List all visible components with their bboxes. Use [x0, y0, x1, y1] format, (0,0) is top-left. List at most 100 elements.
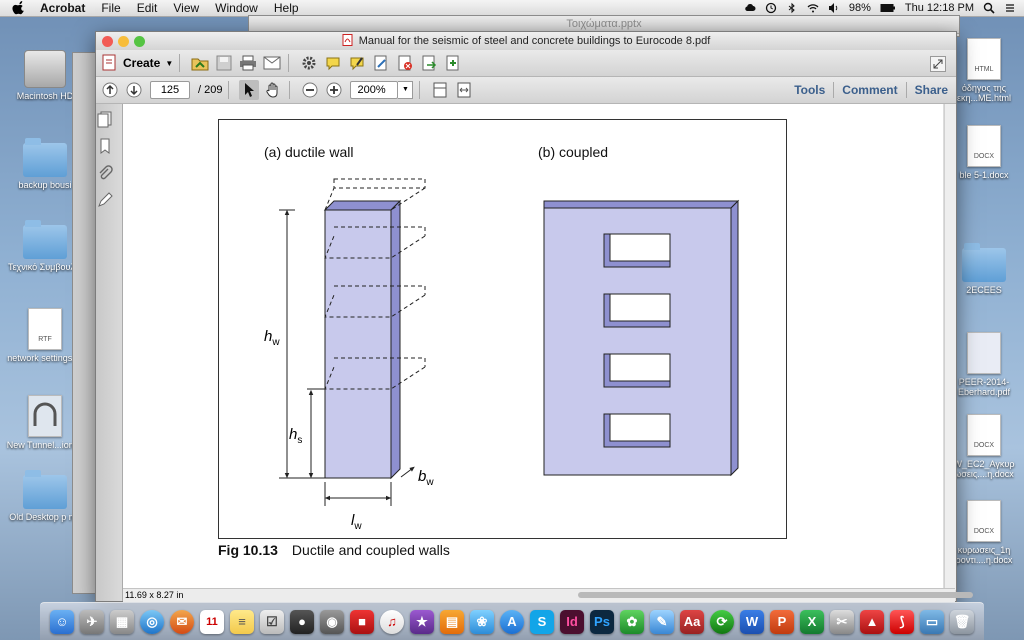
zoom-in-button[interactable] [324, 80, 344, 100]
hand-tool-button[interactable] [263, 80, 283, 100]
open-folder-icon [191, 58, 209, 71]
spotlight-search-icon[interactable] [983, 2, 995, 14]
printer-icon [240, 55, 257, 71]
wifi-icon[interactable] [807, 2, 819, 14]
label-hw-sub: w [272, 337, 280, 348]
dock-app-blue-icon[interactable]: ✎ [650, 609, 674, 634]
notification-center-icon[interactable] [1004, 2, 1016, 14]
dock-mail-icon[interactable]: ✉ [170, 609, 194, 634]
dock-notes-icon[interactable]: ≡ [230, 609, 254, 634]
menu-window[interactable]: Window [215, 1, 258, 15]
select-tool-button[interactable] [239, 80, 260, 100]
dock-calendar-icon[interactable]: 11 [200, 609, 224, 634]
dock-app-store-icon[interactable]: A [500, 609, 524, 634]
fit-page-button[interactable] [430, 80, 450, 100]
settings-button[interactable] [299, 53, 319, 73]
dock-itunes-icon[interactable]: ♫ [380, 609, 404, 634]
vertical-scrollbar[interactable] [944, 104, 956, 590]
dock-iphoto-icon[interactable]: ❀ [470, 609, 494, 634]
battery-percent: 98% [848, 2, 871, 14]
create-button[interactable]: Create ▼ [102, 54, 173, 72]
menu-view[interactable]: View [173, 1, 199, 15]
dock-photoshop-icon[interactable]: Ps [590, 609, 614, 634]
menu-file[interactable]: File [101, 1, 120, 15]
stamp-button[interactable] [443, 53, 463, 73]
dock-powerpoint-icon[interactable]: P [770, 609, 794, 634]
edit-text-button[interactable] [371, 53, 391, 73]
dock-trash-icon[interactable]: 🗑 [950, 609, 974, 634]
toolbar-navigation: 125 / 209 200% ▼ Tools Comment Share [96, 77, 956, 104]
toolbar-separator [419, 81, 421, 99]
caption-text: Ductile and coupled walls [291, 542, 450, 558]
dock-downloads-folder-icon[interactable]: ▭ [920, 609, 944, 634]
close-window-button[interactable] [102, 36, 113, 47]
app-menu[interactable]: Acrobat [40, 1, 85, 15]
comment-bubble-button[interactable] [323, 53, 343, 73]
dock-skype-icon[interactable]: S [530, 609, 554, 634]
status-menus: 98% Thu 12:18 PM [744, 2, 1016, 14]
attachments-paperclip-icon[interactable] [96, 164, 114, 182]
dock-image-capture-icon[interactable]: ◉ [320, 609, 344, 634]
share-link[interactable]: Share [907, 83, 956, 97]
dock-acrobat-icon[interactable]: ⟆ [890, 609, 914, 634]
pdf-page-view[interactable]: (a) ductile wall (b) coupled hw hs lw bw… [123, 104, 943, 590]
fullscreen-button[interactable] [928, 54, 948, 74]
menu-help[interactable]: Help [274, 1, 299, 15]
folder-icon [962, 243, 1006, 282]
zoom-window-button[interactable] [134, 36, 145, 47]
horizontal-scrollbar-thumb[interactable] [578, 592, 973, 598]
comment-link[interactable]: Comment [834, 83, 905, 97]
print-button[interactable] [238, 53, 258, 73]
zoom-dropdown-chevron-icon[interactable]: ▼ [398, 81, 414, 99]
email-button[interactable] [262, 53, 282, 73]
dock-excel-icon[interactable]: X [800, 609, 824, 634]
fit-width-button[interactable] [454, 80, 474, 100]
next-page-button[interactable] [124, 80, 144, 100]
dock-launchpad-icon[interactable]: ✈ [80, 609, 104, 634]
volume-icon[interactable] [828, 2, 840, 14]
dock-dictionary-icon[interactable]: Aa [680, 609, 704, 634]
dock-ibooks-icon[interactable]: ▤ [440, 609, 464, 634]
dock-imovie-icon[interactable]: ★ [410, 609, 434, 634]
dock-reminders-icon[interactable]: ☑ [260, 609, 284, 634]
bookmarks-icon[interactable] [96, 137, 114, 155]
highlight-button[interactable] [347, 53, 367, 73]
signatures-pen-icon[interactable] [96, 191, 114, 209]
export-button[interactable] [419, 53, 439, 73]
dock-app-green-icon[interactable]: ✿ [620, 609, 644, 634]
dock-facetime-icon[interactable]: ● [290, 609, 314, 634]
dock-finder-icon[interactable]: ☺ [50, 609, 74, 634]
figure-caption: Fig 10.13 Ductile and coupled walls [218, 542, 450, 558]
dock-utility-icon[interactable]: ✂ [830, 609, 854, 634]
menu-edit[interactable]: Edit [137, 1, 158, 15]
minimize-window-button[interactable] [118, 36, 129, 47]
dock-photo-booth-icon[interactable]: ■ [350, 609, 374, 634]
apple-menu-icon[interactable] [12, 1, 26, 15]
dock-safari-icon[interactable]: ◎ [140, 609, 164, 634]
toolbar-separator [289, 81, 291, 99]
time-machine-icon[interactable] [765, 2, 777, 14]
wall-front-face [324, 209, 392, 479]
zoom-level-value: 200% [357, 84, 386, 96]
open-button[interactable] [190, 53, 210, 73]
redact-button[interactable] [395, 53, 415, 73]
bluetooth-icon[interactable] [786, 2, 798, 14]
battery-icon[interactable] [880, 2, 896, 14]
clock[interactable]: Thu 12:18 PM [905, 2, 974, 14]
dock: ☺ ✈ ▦ ◎ ✉ 11 ≡ ☑ ● ◉ ■ ♫ ★ ▤ ❀ A S Id Ps… [40, 602, 984, 640]
dock-word-icon[interactable]: W [740, 609, 764, 634]
previous-page-button[interactable] [100, 80, 120, 100]
creative-cloud-icon[interactable] [744, 2, 756, 14]
dock-preview-icon[interactable]: ▦ [110, 609, 134, 634]
dock-indesign-icon[interactable]: Id [560, 609, 584, 634]
dock-app-red-icon[interactable]: ▲ [860, 609, 884, 634]
zoom-level-select[interactable]: 200% [350, 81, 399, 99]
save-button[interactable] [214, 53, 234, 73]
dock-facetime-green-icon[interactable]: ⟳ [710, 609, 734, 634]
zoom-out-button[interactable] [300, 80, 320, 100]
page-thumbnails-icon[interactable] [96, 110, 114, 128]
tools-link[interactable]: Tools [786, 83, 833, 97]
page-number-input[interactable]: 125 [150, 81, 190, 99]
label-bw-sub: w [426, 477, 434, 488]
figure-drawing [279, 178, 740, 506]
